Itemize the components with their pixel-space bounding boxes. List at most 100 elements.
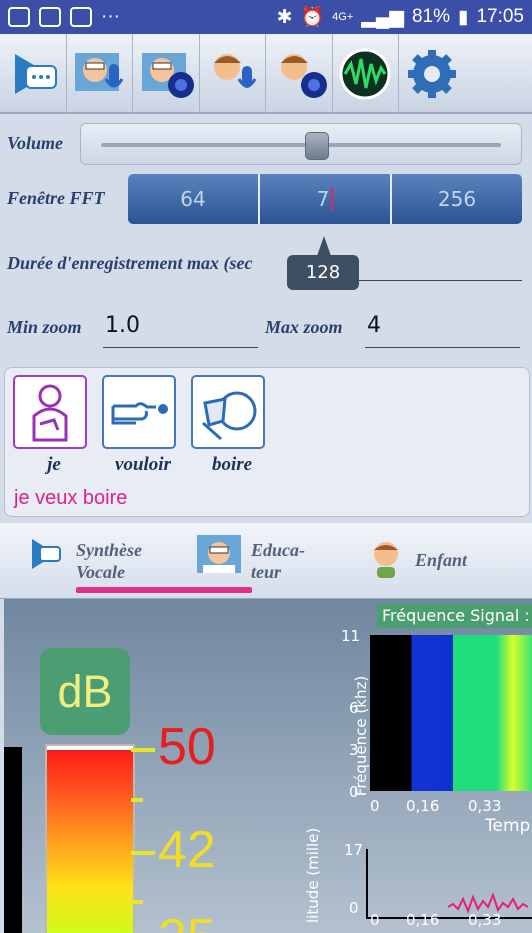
fft-middle-value: 7	[316, 187, 330, 211]
tick-50-mark	[131, 748, 155, 752]
pictogram-panel: je vouloir boire je veux boire	[4, 367, 530, 517]
alarm-icon: ⏰	[300, 7, 325, 28]
settings-button[interactable]	[399, 34, 466, 114]
picto-je-label: je	[47, 454, 61, 475]
educator-speaker-icon	[141, 53, 194, 98]
volume-slider-line	[101, 143, 501, 147]
time-tick-033: 0,33	[468, 797, 502, 815]
fft-label: Fenêtre FFT	[7, 188, 105, 208]
duration-row: Durée d'enregistrement max (sec	[0, 250, 532, 281]
duration-label: Durée d'enregistrement max (sec	[7, 253, 253, 273]
status-bar: ··· ✱ ⏰ 4G+ ▂▄▆ 81% ▮ 17:05	[0, 0, 532, 34]
freq-tick-6: 6	[349, 699, 359, 717]
db-badge: dB	[40, 648, 130, 735]
tick-minor-2	[131, 900, 143, 904]
db-level-bar	[45, 744, 135, 933]
amp-tick-0: 0	[349, 899, 359, 917]
tab-child[interactable]: Enfant	[415, 549, 467, 571]
duration-input-line[interactable]	[354, 280, 522, 281]
hand-pointing-icon	[111, 402, 168, 425]
tab-active-indicator	[76, 587, 252, 593]
sound-meter-panel: dB 50 42 35 Fréquence Signal : Fréquence…	[4, 599, 532, 933]
fft-row: Fenêtre FFT 64 7 256	[0, 174, 532, 226]
signal-title: Fréquence Signal :	[377, 604, 532, 628]
amp-tick-17: 17	[344, 841, 364, 859]
tab-synthesis-line1: Synthèse	[76, 540, 143, 560]
amp-time-tick-033: 0,33	[468, 911, 502, 929]
volume-row: Volume	[0, 119, 532, 171]
educator-microphone-icon	[75, 53, 124, 91]
notification-image-icon	[70, 7, 92, 27]
bluetooth-icon: ✱	[276, 6, 293, 28]
picto-boire[interactable]	[191, 375, 265, 449]
amplitude-plot	[366, 849, 532, 919]
status-right-icons: ✱ ⏰ 4G+ ▂▄▆ 81% ▮ 17:05	[277, 5, 524, 29]
tick-50-label: 50	[158, 718, 216, 776]
gear-icon	[408, 50, 457, 98]
tab-synthesis-icon[interactable]	[28, 537, 62, 575]
tab-synthesis-line2: Vocale	[76, 562, 125, 582]
volume-label: Volume	[7, 133, 64, 153]
picto-boire-label: boire	[211, 454, 253, 475]
volume-slider-thumb[interactable]	[305, 132, 330, 160]
amp-axis-label: litude (mille)	[304, 827, 322, 923]
fft-option-middle[interactable]: 7	[260, 174, 392, 224]
fft-option-256[interactable]: 256	[392, 174, 522, 224]
tick-42-label: 42	[158, 821, 216, 879]
time-axis-label: Temp	[485, 816, 531, 836]
child-speaker-icon	[280, 54, 327, 98]
picto-vouloir-label: vouloir	[115, 454, 171, 475]
notification-app-icon	[8, 7, 30, 27]
battery-icon: ▮	[457, 6, 469, 28]
amplitude-waveform	[447, 892, 529, 914]
spectrogram	[370, 635, 532, 791]
time-tick-0: 0	[370, 797, 380, 815]
max-zoom-label: Max zoom	[265, 317, 343, 337]
amp-time-tick-0: 0	[370, 911, 380, 929]
top-toolbar	[0, 34, 532, 114]
zoom-row: Min zoom 1.0 Max zoom 4	[0, 309, 532, 351]
signal-icon: ▂▄▆	[361, 6, 404, 28]
freq-tick-3: 3	[349, 741, 359, 759]
person-pointing-self-icon	[32, 384, 68, 442]
fft-segmented-control[interactable]: 64 7 256	[128, 174, 522, 224]
battery-text: 81%	[411, 6, 450, 27]
volume-slider[interactable]	[80, 123, 522, 165]
min-zoom-label: Min zoom	[7, 317, 82, 337]
tab-educator-icon[interactable]	[195, 533, 243, 579]
tab-synthesis[interactable]: Synthèse Vocale	[76, 539, 142, 583]
picto-je[interactable]	[13, 375, 87, 449]
oscilloscope-button[interactable]	[333, 34, 399, 114]
tab-educator-line2: teur	[251, 562, 282, 582]
synthesis-tool-button[interactable]	[0, 34, 67, 114]
tab-child-icon[interactable]	[369, 540, 403, 584]
child-icon	[374, 542, 398, 578]
fft-option-64[interactable]: 64	[128, 174, 260, 224]
left-level-bar	[4, 747, 22, 933]
notification-gallery-icon	[39, 7, 61, 27]
notification-more-dots: ···	[101, 6, 120, 27]
tab-educator-line1: Educa-	[251, 540, 305, 560]
text-cursor	[331, 187, 334, 211]
tick-minor-1	[131, 798, 143, 802]
status-left-icons: ···	[8, 6, 120, 28]
child-record-button[interactable]	[200, 34, 266, 114]
freq-tick-11: 11	[341, 627, 361, 645]
freq-tick-0: 0	[349, 783, 359, 801]
picto-vouloir[interactable]	[102, 375, 176, 449]
tab-educator[interactable]: Educa- teur	[251, 539, 305, 583]
educator-record-button[interactable]	[67, 34, 133, 114]
min-zoom-field[interactable]: 1.0	[103, 309, 258, 348]
network-type: 4G+	[332, 11, 354, 23]
speech-play-icon	[14, 54, 57, 94]
fft-value-tooltip: 128	[287, 236, 359, 290]
time: 17:05	[476, 6, 524, 27]
max-zoom-field[interactable]: 4	[365, 309, 520, 348]
child-microphone-icon	[214, 54, 257, 88]
drinking-icon	[202, 391, 257, 441]
speech-play-icon	[32, 539, 61, 569]
child-play-button[interactable]	[266, 34, 333, 114]
waveform-icon	[339, 48, 391, 100]
time-tick-016: 0,16	[406, 797, 440, 815]
educator-play-button[interactable]	[133, 34, 200, 114]
